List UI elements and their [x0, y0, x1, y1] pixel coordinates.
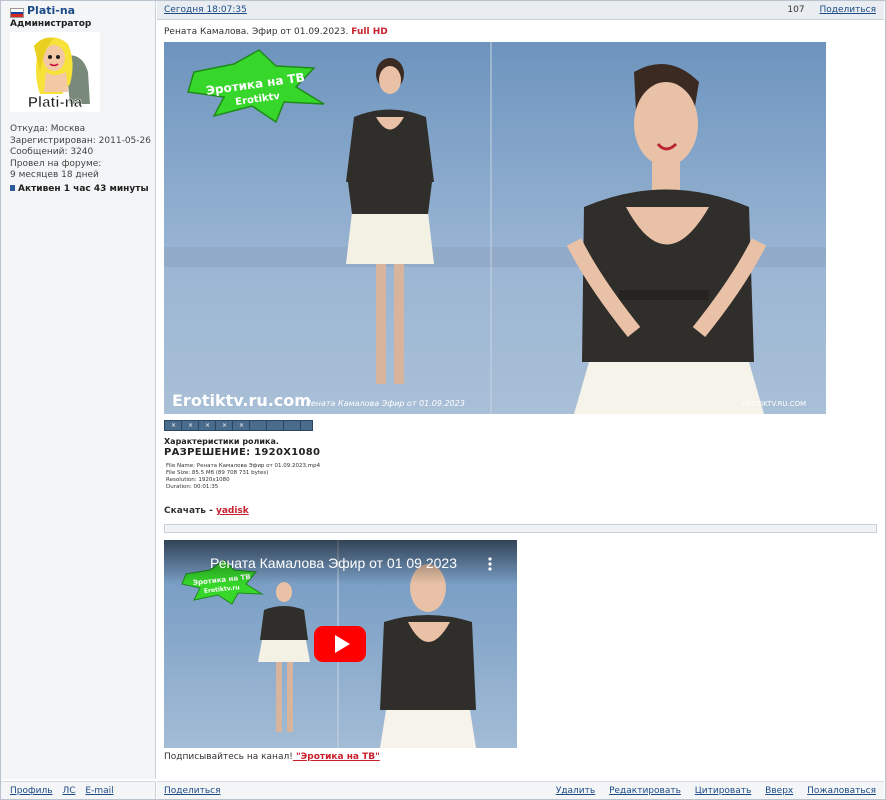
- thumbnail-strip: × × × × ×: [164, 420, 313, 431]
- sidebar-footer: Профиль ЛС E-mail: [1, 781, 156, 799]
- download-line: Скачать - yadisk: [164, 506, 249, 516]
- subscribe-line: Подписывайтесь на канал! "Эротика на ТВ": [164, 752, 380, 762]
- active-status: Активен 1 час 43 минуты: [10, 184, 149, 194]
- watermark-caption: Рената Камалова Эфир от 01.09.2023: [306, 399, 465, 408]
- post-title-text: Рената Камалова. Эфир от 01.09.2023.: [164, 27, 349, 37]
- delete-link[interactable]: Удалить: [556, 786, 595, 796]
- file-info-size: File Size: 85.5 Мб (89 708 731 bytes): [166, 470, 269, 476]
- author-sidebar: Plati-na Администратор Plati-na Откуда: …: [1, 1, 156, 779]
- post-timestamp-link[interactable]: Сегодня 18:07:35: [164, 5, 247, 15]
- post-main-image[interactable]: Эротика на ТВ Erotiktv Erotiktv.ru.com Р…: [164, 42, 826, 414]
- avatar-caption: Plati-na: [28, 94, 83, 111]
- video-title[interactable]: Рената Камалова Эфир от 01 09 2023: [210, 555, 457, 571]
- subscribe-prefix: Подписывайтесь на канал!: [164, 752, 293, 762]
- info-location: Откуда: Москва: [10, 124, 86, 134]
- play-icon[interactable]: [314, 626, 366, 662]
- post-header: Сегодня 18:07:35 107 Поделиться: [157, 1, 884, 20]
- watermark-site: Erotiktv.ru.com: [172, 391, 311, 410]
- info-forum-time-label: Провел на форуме:: [10, 158, 102, 169]
- channel-link[interactable]: "Эротика на ТВ": [293, 752, 380, 762]
- pm-link[interactable]: ЛС: [62, 786, 75, 796]
- avatar: Plati-na: [10, 32, 100, 112]
- status-square-icon: [10, 185, 15, 191]
- video-menu-icon[interactable]: [488, 557, 492, 571]
- report-link[interactable]: Пожаловаться: [807, 786, 876, 796]
- russia-flag-icon: [10, 8, 24, 18]
- author-rank: Администратор: [10, 19, 92, 29]
- post-title: Рената Камалова. Эфир от 01.09.2023. Ful…: [164, 27, 388, 37]
- file-info: File Name: Рената Камалова Эфир от 01.09…: [166, 463, 320, 491]
- video-embed[interactable]: Эротика на ТВ Erotiktv.ru Рената Камалов…: [164, 540, 517, 748]
- info-registered: Зарегистрирован: 2011-05-26: [10, 135, 151, 146]
- post-actions: Удалить Редактировать Цитировать Вверх П…: [545, 786, 876, 796]
- share-link-top[interactable]: Поделиться: [819, 5, 876, 15]
- post-footer: Поделиться Удалить Редактировать Цитиров…: [157, 781, 884, 799]
- author-username[interactable]: Plati-na: [27, 4, 75, 17]
- download-link[interactable]: yadisk: [216, 506, 249, 516]
- info-messages: Сообщений: 3240: [10, 147, 94, 157]
- file-info-name: File Name: Рената Камалова Эфир от 01.09…: [166, 463, 321, 469]
- info-forum-time: 9 месяцев 18 дней: [10, 170, 99, 180]
- specs-title: Характеристики ролика.: [164, 437, 279, 446]
- post-title-highlight: Full HD: [351, 27, 388, 37]
- watermark-right: EROTIKTV.RU.COM: [742, 400, 806, 408]
- author-info: Откуда: Москва Зарегистрирован: 2011-05-…: [10, 124, 151, 182]
- quote-link[interactable]: Цитировать: [695, 786, 752, 796]
- file-info-resolution: Resolution: 1920x1080: [166, 477, 230, 483]
- active-status-text: Активен 1 час 43 минуты: [18, 184, 149, 194]
- file-info-duration: Duration: 00:01:35: [166, 484, 219, 490]
- resolution-heading: РАЗРЕШЕНИЕ: 1920X1080: [164, 447, 321, 458]
- profile-link[interactable]: Профиль: [10, 786, 53, 796]
- spoiler-divider[interactable]: [164, 524, 877, 533]
- email-link[interactable]: E-mail: [85, 786, 113, 796]
- download-prefix: Скачать -: [164, 506, 216, 516]
- share-link-bottom[interactable]: Поделиться: [164, 786, 221, 796]
- top-link[interactable]: Вверх: [765, 786, 793, 796]
- post-number: 107: [787, 5, 805, 15]
- post-number-area: 107 Поделиться: [787, 5, 876, 15]
- edit-link[interactable]: Редактировать: [609, 786, 681, 796]
- thumbnail[interactable]: [300, 420, 313, 431]
